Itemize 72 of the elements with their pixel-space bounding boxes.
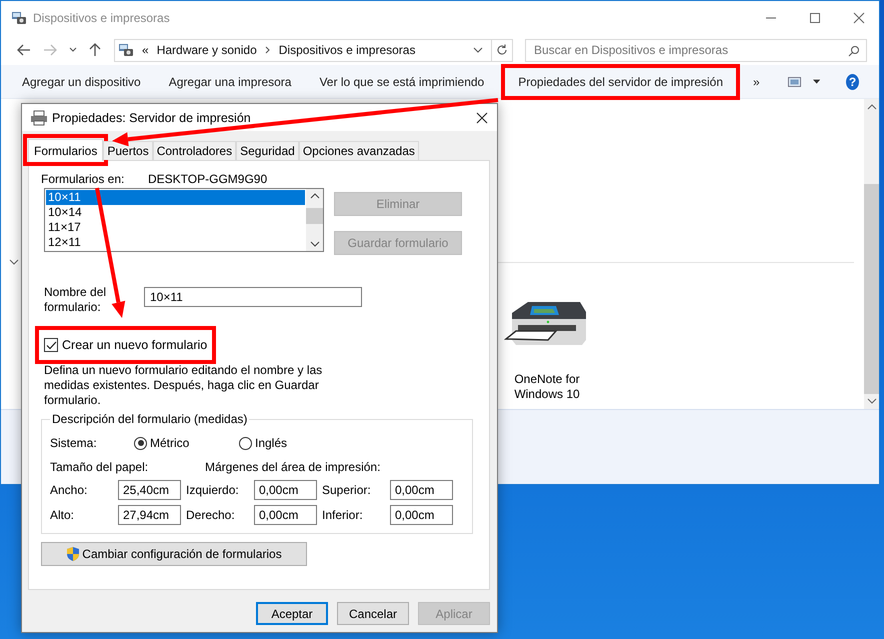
radio-button[interactable]: Inglés	[239, 436, 344, 450]
more-commands-button[interactable]: »	[749, 68, 764, 96]
close-icon[interactable]	[476, 112, 488, 124]
help-button[interactable]: ?	[846, 74, 860, 90]
refresh-icon	[496, 44, 508, 56]
back-arrow-icon[interactable]	[17, 44, 31, 56]
list-item[interactable]: 10×11	[46, 190, 305, 205]
label: Inferior:	[321, 508, 364, 522]
breadcrumb[interactable]: Hardware y sonido	[156, 43, 257, 57]
up-arrow-icon[interactable]	[89, 43, 101, 57]
tab[interactable]: Puertos	[103, 141, 153, 160]
scroll-up-icon[interactable]	[310, 193, 320, 199]
printer-icon	[30, 110, 48, 126]
list-item[interactable]: 11×17	[46, 220, 305, 235]
checkbox[interactable]: Crear un nuevo formulario	[42, 333, 210, 357]
label: Alto:	[50, 508, 76, 522]
scroll-down-icon[interactable]	[866, 398, 876, 404]
tab[interactable]: Seguridad	[236, 141, 299, 160]
server-name: DESKTOP-GGM9G90	[148, 172, 268, 186]
search-icon	[848, 44, 860, 56]
list-item[interactable]: 10×14	[46, 205, 305, 220]
label: Formularios en:	[41, 172, 126, 186]
scroll-up-icon[interactable]	[866, 104, 876, 110]
radio-button[interactable]: Métrico	[134, 436, 239, 450]
command-button[interactable]: Ver lo que se está imprimiendo	[311, 68, 492, 96]
label: Sistema:	[50, 436, 98, 450]
label: Tamaño del papel:	[50, 460, 150, 474]
form-name-field[interactable]: 10×11	[144, 287, 362, 307]
label: Ancho:	[50, 483, 88, 497]
window-title: Dispositivos e impresoras	[33, 11, 170, 25]
caret-icon[interactable]	[69, 47, 77, 53]
overflow-chevron[interactable]: «	[142, 43, 149, 57]
label: Márgenes del área de impresión:	[205, 460, 380, 474]
chevron-icon[interactable]	[9, 259, 19, 265]
label: Derecho:	[185, 508, 236, 522]
label: Izquierdo:	[185, 483, 240, 497]
scroll-down-icon[interactable]	[310, 241, 320, 247]
dialog-title: Propiedades: Servidor de impresión	[52, 110, 251, 124]
command-button[interactable]: Agregar un dispositivo	[14, 68, 149, 96]
view-options-icon[interactable]	[788, 76, 801, 88]
group-legend: Descripción del formulario (medidas)	[50, 412, 250, 426]
breadcrumb[interactable]: Dispositivos e impresoras	[278, 43, 416, 57]
label: Nombre del formulario:	[44, 285, 108, 315]
measure-field[interactable]: 25,40cm	[118, 480, 181, 500]
address-bar[interactable]: « Hardware y sonido Dispositivos e impresoras	[114, 38, 513, 62]
tab[interactable]: Opciones avanzadas	[298, 141, 419, 160]
dialog-button[interactable]: Cancelar	[337, 602, 409, 625]
scrollbar[interactable]	[306, 189, 323, 251]
dropdown-caret-icon[interactable]	[473, 47, 483, 53]
command-button[interactable]: Agregar una impresora	[160, 68, 300, 96]
devices-icon	[11, 10, 27, 26]
scrollbar[interactable]	[864, 99, 879, 409]
measure-field[interactable]: 0,00cm	[254, 480, 317, 500]
shield-icon	[66, 546, 80, 562]
measure-field[interactable]: 0,00cm	[390, 505, 453, 525]
measure-field[interactable]: 27,94cm	[118, 505, 181, 525]
measure-field[interactable]: 0,00cm	[390, 480, 453, 500]
tab[interactable]: Controladores	[152, 141, 236, 160]
description-text: Defina un nuevo formulario editando el nombre y las medidas existentes. Después, haga clic en Guardar formulario.	[44, 363, 324, 408]
change-settings-button[interactable]: Cambiar configuración de formularios	[41, 542, 307, 566]
search-field[interactable]: Buscar en Dispositivos e impresoras	[525, 38, 867, 62]
label: Superior:	[321, 483, 372, 497]
dialog-button[interactable]: Aceptar	[256, 602, 328, 625]
devices-icon	[118, 42, 134, 58]
maximize-icon[interactable]	[809, 12, 821, 24]
caret-icon[interactable]	[812, 78, 820, 84]
chevron-icon	[264, 46, 271, 54]
forms-list[interactable]: 10×11 10×14 11×17 12×11	[44, 188, 324, 252]
checkmark-icon	[46, 340, 56, 350]
list-item[interactable]: 12×11	[46, 235, 305, 250]
device-label[interactable]: OneNote for Windows 10	[507, 372, 587, 402]
measure-field[interactable]: 0,00cm	[254, 505, 317, 525]
